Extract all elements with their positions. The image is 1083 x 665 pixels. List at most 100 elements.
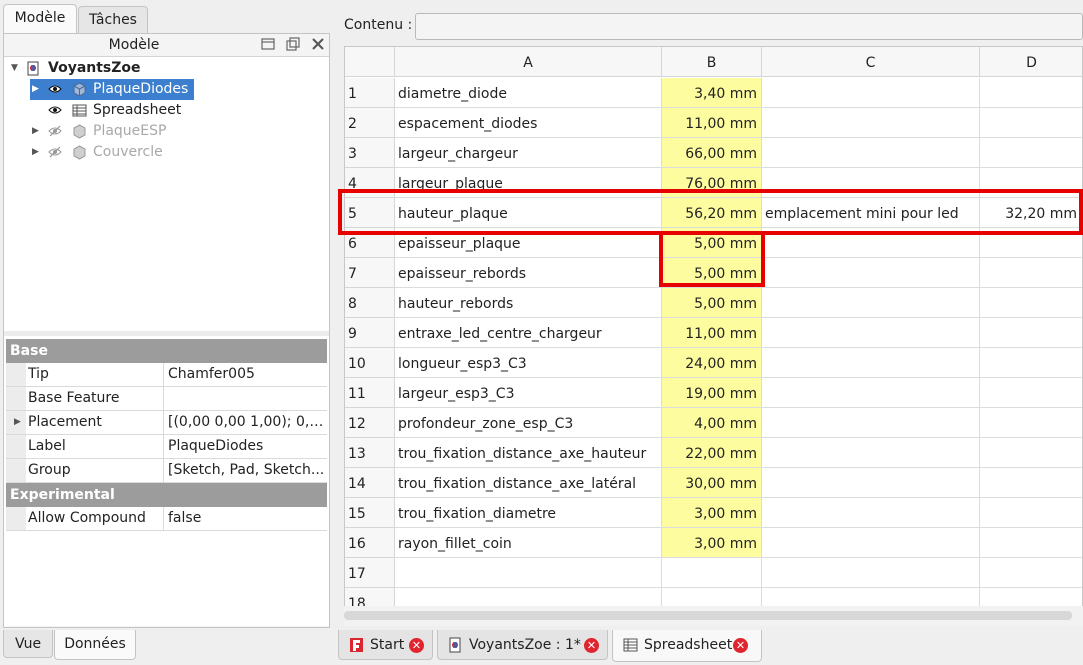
cell-d[interactable] [980,258,1082,288]
row-header[interactable]: 4 [345,168,395,198]
cell-c[interactable]: emplacement mini pour led [762,198,980,228]
cell-c[interactable] [762,408,980,438]
cell-d[interactable] [980,378,1082,408]
column-header-d[interactable]: D [980,47,1082,77]
tree-item-plaqueesp[interactable]: ▶ PlaqueESP [4,121,329,142]
cell-c[interactable] [762,228,980,258]
cell-c[interactable] [762,258,980,288]
cell-d[interactable] [980,318,1082,348]
cell-a[interactable]: hauteur_plaque [395,198,662,228]
cell-c[interactable] [762,288,980,318]
cell-a[interactable]: rayon_fillet_coin [395,528,662,558]
expand-arrow-icon[interactable]: ▶ [32,142,39,163]
cell-b[interactable] [662,558,762,588]
property-row-group[interactable]: Group [Sketch, Pad, Sketch... [6,459,327,483]
row-header[interactable]: 12 [345,408,395,438]
cell-a[interactable]: epaisseur_rebords [395,258,662,288]
scrollbar-thumb[interactable] [344,611,1072,620]
cell-c[interactable] [762,348,980,378]
cell-d[interactable] [980,408,1082,438]
cell-a[interactable]: hauteur_rebords [395,288,662,318]
cell-c[interactable] [762,138,980,168]
expand-arrow-icon[interactable]: ▶ [32,121,39,142]
property-value[interactable]: false [168,507,325,530]
cell-d[interactable] [980,168,1082,198]
corner-header[interactable] [345,47,395,77]
row-header[interactable]: 8 [345,288,395,318]
column-header-c[interactable]: C [762,47,980,77]
cell-c[interactable] [762,468,980,498]
row-header[interactable]: 3 [345,138,395,168]
cell-d[interactable] [980,468,1082,498]
cell-a[interactable] [395,558,662,588]
cell-c[interactable] [762,438,980,468]
cell-c[interactable] [762,108,980,138]
cell-a[interactable]: profondeur_zone_esp_C3 [395,408,662,438]
cell-c[interactable] [762,528,980,558]
eye-icon[interactable] [48,104,62,116]
row-header[interactable]: 13 [345,438,395,468]
row-header[interactable]: 16 [345,528,395,558]
cell-b[interactable]: 56,20 mm [662,198,762,228]
cell-a[interactable]: largeur_plaque [395,168,662,198]
cell-b[interactable]: 30,00 mm [662,468,762,498]
cell-a[interactable]: trou_fixation_distance_axe_hauteur [395,438,662,468]
tab-vue[interactable]: Vue [3,630,53,658]
cell-a[interactable]: espacement_diodes [395,108,662,138]
row-header[interactable]: 15 [345,498,395,528]
cell-d[interactable] [980,138,1082,168]
cell-c[interactable] [762,558,980,588]
property-row-allow-compound[interactable]: Allow Compound false [6,507,327,531]
cell-b[interactable]: 76,00 mm [662,168,762,198]
eye-icon[interactable] [48,83,62,95]
tree-item-plaquediodes[interactable]: ▶ PlaqueDiodes [4,79,329,100]
cell-d[interactable] [980,558,1082,588]
cell-d[interactable] [980,78,1082,108]
contenu-input[interactable] [415,13,1083,40]
column-header-b[interactable]: B [662,47,762,77]
cell-c[interactable] [762,168,980,198]
tab-voyantszoe[interactable]: VoyantsZoe : 1* ✕ [437,630,608,660]
row-header[interactable]: 6 [345,228,395,258]
cell-d[interactable] [980,288,1082,318]
tab-donnees[interactable]: Données [54,630,136,660]
expand-arrow-icon[interactable]: ▶ [32,79,39,100]
eye-hidden-icon[interactable] [48,146,62,158]
row-header[interactable]: 7 [345,258,395,288]
close-tab-icon[interactable]: ✕ [733,638,748,653]
cell-a[interactable]: largeur_chargeur [395,138,662,168]
close-tab-icon[interactable]: ✕ [409,638,424,653]
cell-a[interactable]: entraxe_led_centre_chargeur [395,318,662,348]
column-header-a[interactable]: A [395,47,662,77]
cell-b[interactable]: 19,00 mm [662,378,762,408]
row-header[interactable]: 9 [345,318,395,348]
tree-item-document[interactable]: ▼ VoyantsZoe [4,58,329,79]
cell-d[interactable] [980,108,1082,138]
tab-modele[interactable]: Modèle [3,4,77,34]
cell-b[interactable]: 5,00 mm [662,258,762,288]
row-header[interactable]: 5 [345,198,395,228]
tab-spreadsheet[interactable]: Spreadsheet ✕ [612,630,762,662]
cell-d[interactable] [980,498,1082,528]
cell-b[interactable]: 3,40 mm [662,78,762,108]
tree-item-spreadsheet[interactable]: Spreadsheet [4,100,329,121]
property-value[interactable]: Chamfer005 [168,363,325,386]
cell-d[interactable] [980,348,1082,378]
property-value[interactable]: [(0,00 0,00 1,00); 0,0... [168,411,325,434]
collapse-panel-icon[interactable] [260,36,276,52]
cell-d[interactable]: 32,20 mm [980,198,1082,228]
row-header[interactable]: 14 [345,468,395,498]
cell-b[interactable]: 4,00 mm [662,408,762,438]
horizontal-scrollbar[interactable] [344,606,1083,626]
cell-b[interactable]: 5,00 mm [662,288,762,318]
row-header[interactable]: 11 [345,378,395,408]
cell-c[interactable] [762,78,980,108]
float-panel-icon[interactable] [285,36,301,52]
cell-c[interactable] [762,318,980,348]
cell-a[interactable]: diametre_diode [395,78,662,108]
cell-d[interactable] [980,228,1082,258]
cell-b[interactable]: 22,00 mm [662,438,762,468]
property-row-base-feature[interactable]: Base Feature [6,387,327,411]
property-group-experimental[interactable]: Experimental [6,483,327,507]
cell-c[interactable] [762,498,980,528]
